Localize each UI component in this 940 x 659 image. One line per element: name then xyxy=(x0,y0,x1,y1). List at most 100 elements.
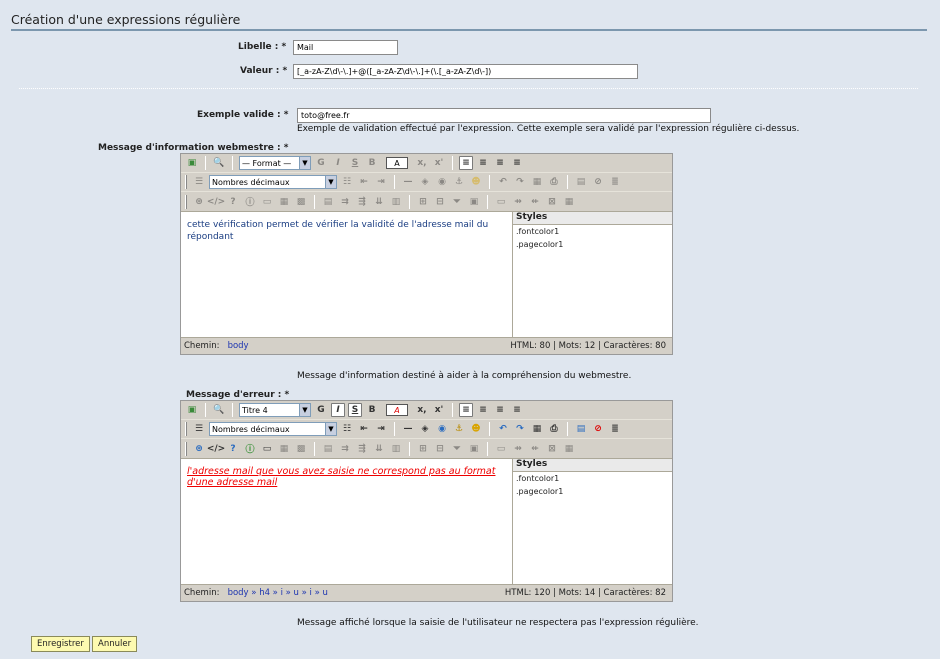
help-icon[interactable]: ? xyxy=(226,442,240,456)
list-style-select[interactable]: Nombres décimaux ▼ xyxy=(209,175,337,189)
help-icon[interactable]: ? xyxy=(226,195,240,209)
source-icon[interactable]: ▣ xyxy=(185,403,199,417)
col-after-icon[interactable]: ⇸ xyxy=(511,442,525,456)
table-props-icon[interactable]: ▤ xyxy=(321,442,335,456)
block-icon[interactable]: ▩ xyxy=(294,195,308,209)
italic-button[interactable]: I xyxy=(331,403,345,417)
horizontal-rule-icon[interactable]: — xyxy=(401,422,415,436)
info-icon[interactable]: ⓘ xyxy=(243,195,257,209)
code-icon[interactable]: </> xyxy=(207,195,225,209)
format-select[interactable]: — Format — ▼ xyxy=(239,156,311,170)
smiley-icon[interactable]: ☻ xyxy=(469,175,483,189)
error-editor-content[interactable]: l'adresse mail que vous avez saisie ne c… xyxy=(181,459,513,584)
style-item-fontcolor1[interactable]: .fontcolor1 xyxy=(513,225,672,238)
list-style-select[interactable]: Nombres décimaux ▼ xyxy=(209,422,337,436)
subscript-button[interactable]: x, xyxy=(415,403,429,417)
redo-icon[interactable]: ↷ xyxy=(513,175,527,189)
code-icon[interactable]: </> xyxy=(207,442,225,456)
bullet-list-icon[interactable]: ☷ xyxy=(340,175,354,189)
split-cell-icon[interactable]: ⊞ xyxy=(416,442,430,456)
table-grid-icon[interactable]: ▦ xyxy=(562,195,576,209)
libelle-input[interactable] xyxy=(293,40,398,55)
delete-col-icon[interactable]: ▥ xyxy=(389,195,403,209)
print-icon[interactable]: ⎙ xyxy=(547,422,561,436)
style-item-pagecolor1[interactable]: .pagecolor1 xyxy=(513,485,672,498)
info-editor-content[interactable]: cette vérification permet de vérifier la… xyxy=(181,212,513,337)
italic-button[interactable]: I xyxy=(331,156,345,170)
filter-icon[interactable]: ⏷ xyxy=(450,442,464,456)
save-button[interactable]: Enregistrer xyxy=(31,636,90,652)
insert-row-icon[interactable]: ⇉ xyxy=(338,195,352,209)
justify-icon[interactable]: ≡ xyxy=(510,156,524,170)
delete-row-icon[interactable]: ⇶ xyxy=(355,442,369,456)
align-right-icon[interactable]: ≡ xyxy=(493,403,507,417)
globe-icon[interactable]: ◉ xyxy=(435,175,449,189)
list-icon[interactable]: ☰ xyxy=(192,422,206,436)
table-props-icon[interactable]: ▤ xyxy=(321,195,335,209)
undo-icon[interactable]: ↶ xyxy=(496,175,510,189)
insert-col-icon[interactable]: ⇊ xyxy=(372,442,386,456)
layer-icon[interactable]: ▭ xyxy=(260,442,274,456)
align-center-icon[interactable]: ≡ xyxy=(476,156,490,170)
spellcheck-icon[interactable]: ⊘ xyxy=(591,422,605,436)
info-icon[interactable]: ⓘ xyxy=(243,442,257,456)
align-left-icon[interactable]: ≡ xyxy=(459,403,473,417)
style-item-fontcolor1[interactable]: .fontcolor1 xyxy=(513,472,672,485)
anchor-icon[interactable]: ⚓ xyxy=(452,422,466,436)
table-delete-icon[interactable]: ⊠ xyxy=(545,195,559,209)
cell-props-icon[interactable]: ▣ xyxy=(467,442,481,456)
bold-button[interactable]: G xyxy=(314,156,328,170)
globe-icon[interactable]: ◉ xyxy=(435,422,449,436)
grid-icon[interactable]: ▦ xyxy=(277,442,291,456)
align-right-icon[interactable]: ≡ xyxy=(493,156,507,170)
print-icon[interactable]: ⎙ xyxy=(547,175,561,189)
superscript-button[interactable]: x' xyxy=(432,156,446,170)
strike-button[interactable]: B xyxy=(365,403,379,417)
smiley-icon[interactable]: ☻ xyxy=(469,422,483,436)
list-icon[interactable]: ☰ xyxy=(192,175,206,189)
col-before-icon[interactable]: ⇷ xyxy=(528,195,542,209)
bold-button[interactable]: G xyxy=(314,403,328,417)
row-props-icon[interactable]: ▭ xyxy=(494,442,508,456)
link-icon[interactable]: ⊛ xyxy=(192,442,206,456)
text-color-button[interactable]: A xyxy=(386,404,408,416)
layer-icon[interactable]: ▭ xyxy=(260,195,274,209)
col-before-icon[interactable]: ⇷ xyxy=(528,442,542,456)
align-left-icon[interactable]: ≡ xyxy=(459,156,473,170)
preview-icon[interactable]: ▤ xyxy=(574,175,588,189)
valeur-input[interactable] xyxy=(293,64,638,79)
horizontal-rule-icon[interactable]: — xyxy=(401,175,415,189)
justify-icon[interactable]: ≡ xyxy=(510,403,524,417)
cell-props-icon[interactable]: ▣ xyxy=(467,195,481,209)
table-grid-icon[interactable]: ▦ xyxy=(562,442,576,456)
table-icon[interactable]: ▦ xyxy=(530,175,544,189)
strike-button[interactable]: B xyxy=(365,156,379,170)
undo-icon[interactable]: ↶ xyxy=(496,422,510,436)
anchor-icon[interactable]: ⚓ xyxy=(452,175,466,189)
superscript-button[interactable]: x' xyxy=(432,403,446,417)
outdent-icon[interactable]: ⇤ xyxy=(357,175,371,189)
cancel-button[interactable]: Annuler xyxy=(92,636,138,652)
indent-icon[interactable]: ⇥ xyxy=(374,422,388,436)
link-icon[interactable]: ⊛ xyxy=(192,195,206,209)
delete-row-icon[interactable]: ⇶ xyxy=(355,195,369,209)
indent-icon[interactable]: ⇥ xyxy=(374,175,388,189)
spellcheck-icon[interactable]: ⊘ xyxy=(591,175,605,189)
format-select[interactable]: Titre 4 ▼ xyxy=(239,403,311,417)
align-center-icon[interactable]: ≡ xyxy=(476,403,490,417)
box-icon[interactable]: ◈ xyxy=(418,422,432,436)
redo-icon[interactable]: ↷ xyxy=(513,422,527,436)
text-color-button[interactable]: A xyxy=(386,157,408,169)
merge-cell-icon[interactable]: ⊟ xyxy=(433,442,447,456)
block-icon[interactable]: ▩ xyxy=(294,442,308,456)
insert-row-icon[interactable]: ⇉ xyxy=(338,442,352,456)
preview-icon[interactable]: ▤ xyxy=(574,422,588,436)
exemple-input[interactable] xyxy=(297,108,711,123)
row-props-icon[interactable]: ▭ xyxy=(494,195,508,209)
table-icon[interactable]: ▦ xyxy=(530,422,544,436)
underline-button[interactable]: S xyxy=(348,156,362,170)
fullscreen-icon[interactable]: ≣ xyxy=(608,175,622,189)
style-item-pagecolor1[interactable]: .pagecolor1 xyxy=(513,238,672,251)
split-cell-icon[interactable]: ⊞ xyxy=(416,195,430,209)
insert-col-icon[interactable]: ⇊ xyxy=(372,195,386,209)
